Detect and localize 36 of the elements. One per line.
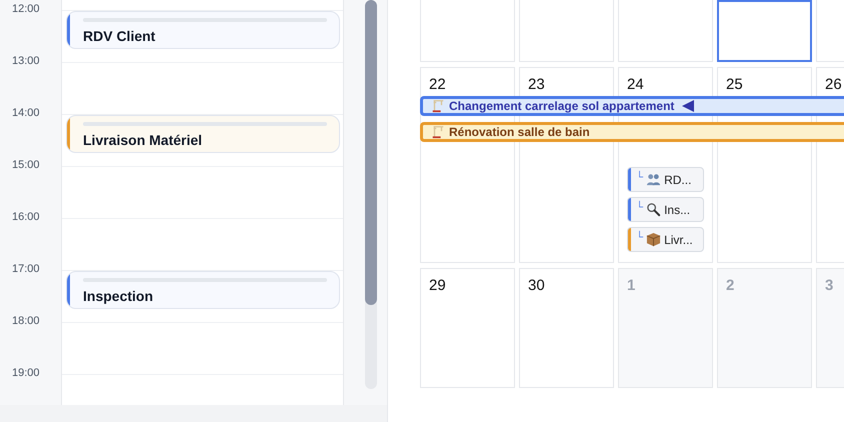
time-label: 12:00 <box>11 2 41 16</box>
date-number: 25 <box>726 76 743 94</box>
event-bar[interactable]: Rénovation salle de bain <box>420 122 844 142</box>
event-chip[interactable]: └ Livr... <box>627 227 704 252</box>
date-number: 2 <box>726 277 734 295</box>
date-number: 22 <box>429 76 446 94</box>
date-number: 24 <box>627 76 644 94</box>
people-icon <box>646 172 662 187</box>
date-number: 23 <box>528 76 545 94</box>
event-card[interactable]: Livraison Matériel <box>66 115 340 153</box>
time-label: 13:00 <box>11 54 41 68</box>
time-label: 17:00 <box>11 262 41 276</box>
event-card[interactable]: Inspection <box>66 271 340 309</box>
time-label: 14:00 <box>11 106 41 120</box>
date-number: 3 <box>825 277 834 295</box>
scrollbar[interactable] <box>364 0 376 389</box>
search-icon <box>646 202 662 217</box>
event-chip[interactable]: └ Ins... <box>627 197 704 222</box>
package-icon <box>646 232 662 247</box>
time-label: 15:00 <box>11 158 41 172</box>
event-chip[interactable]: └ RD... <box>627 167 704 192</box>
event-card[interactable]: RDV Client <box>66 11 340 49</box>
date-number: 26 <box>825 76 842 94</box>
date-number: 29 <box>429 277 446 295</box>
crane-icon <box>431 99 445 113</box>
event-bar[interactable]: Changement carrelage sol appartement <box>420 96 844 116</box>
time-label: 19:00 <box>11 366 41 380</box>
pointer-icon <box>682 100 694 112</box>
day-cell[interactable]: 30 <box>519 268 614 388</box>
day-cell[interactable] <box>717 0 812 62</box>
time-label: 18:00 <box>11 314 41 328</box>
time-label: 16:00 <box>11 210 41 224</box>
date-number: 30 <box>528 277 545 295</box>
crane-icon <box>431 125 445 139</box>
day-cell[interactable]: 29 <box>420 268 515 388</box>
date-number: 1 <box>627 277 636 295</box>
